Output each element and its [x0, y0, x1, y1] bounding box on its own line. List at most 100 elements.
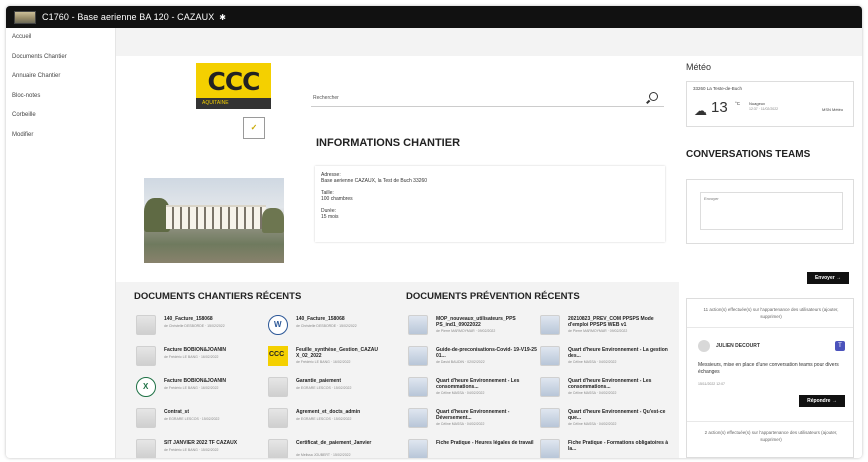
document-item[interactable]: 20210823_PREV_COM PPSPS Mode d'emploi PP… [538, 313, 673, 337]
search-icon[interactable] [649, 92, 658, 101]
document-name[interactable]: 140_Facture_158068 [164, 316, 269, 322]
size-value: 100 chambres [321, 196, 353, 202]
weather-date: 12:37 · 11/02/2022 [749, 107, 779, 111]
meteo-title: Météo [686, 62, 712, 72]
document-item[interactable]: Feuille_synthèse_Gestion_CAZAU X_02_2022… [266, 344, 401, 368]
nav-item-annuaire-chantier[interactable]: Annuaire Chantier [6, 67, 115, 87]
post-time: 15/11/2022 12:07 [698, 382, 725, 386]
teams-icon[interactable]: T [835, 341, 845, 351]
weather-condition: Nuageux [749, 101, 766, 106]
document-name[interactable]: Facture BOBION&JOANIN [164, 378, 269, 384]
document-item[interactable]: SIT JANVIER 2022 TF CAZAUX de Frédéric LE… [134, 437, 269, 458]
document-meta: de Frédéric LE BANG · 16/02/2022 [296, 360, 351, 364]
document-meta: de Pierre MARMOYMAR · 09/02/2022 [436, 329, 496, 333]
recent-docs-title: DOCUMENTS CHANTIERS RÉCENTS [134, 291, 302, 302]
document-meta: de EGRARE LESCOS · 15/02/2022 [164, 417, 220, 421]
post-author: JULIEN DECOURT [716, 343, 760, 349]
document-name[interactable]: 20210823_PREV_COM PPSPS Mode d'emploi PP… [568, 316, 673, 328]
main-content: CCC AQUITAINE ✓ Rechercher INFORMATIONS … [116, 28, 862, 458]
weather-location: 33260 La Teste-de-Buch [693, 86, 742, 91]
doc-thumb-icon [540, 377, 560, 397]
document-name[interactable]: Feuille_synthèse_Gestion_CAZAU X_02_2022 [296, 347, 401, 359]
nav-item-documents-chantier[interactable]: Documents Chantier [6, 48, 115, 68]
document-item[interactable]: Guide-de-preconisations-Covid- 19-V19-25… [406, 344, 541, 368]
document-name[interactable]: Guide-de-preconisations-Covid- 19-V19-25… [436, 347, 541, 359]
nav-item-corbeille[interactable]: Corbeille [6, 106, 115, 126]
weather-source[interactable]: MSN Météo [822, 107, 843, 112]
logo-wordmark: CCC [207, 67, 260, 96]
logo-subline: AQUITAINE [196, 98, 271, 109]
ccc-logo: CCC AQUITAINE ✓ [196, 63, 271, 142]
document-item[interactable]: Quart d'heure Environnement - Les consom… [538, 375, 673, 399]
document-item[interactable]: Quart d'heure Environnement - Déversemen… [406, 406, 541, 430]
document-item[interactable]: Facture BOBION&JOANIN de Frédéric LE BANG… [134, 344, 269, 368]
document-name[interactable]: Fiche Pratique - Formations obligatoires… [568, 440, 673, 452]
document-name[interactable]: Quart d'heure Environnement - Les consom… [436, 378, 541, 390]
settings-icon[interactable]: ✱ [219, 13, 226, 22]
document-item[interactable]: Fiche Pratique - Heures légales de trava… [406, 437, 541, 458]
document-name[interactable]: Fiche Pratique - Heures légales de trava… [436, 440, 541, 446]
file-icon [268, 377, 288, 397]
document-meta: de David BAUDIN · 02/02/2022 [436, 360, 485, 364]
document-item[interactable]: Quart d'heure Environnement - La gestion… [538, 344, 673, 368]
document-item[interactable]: Contrat_stde EGRARE LESCOS · 15/02/2022 [134, 406, 269, 430]
info-card: Adresse: Base aerienne CAZAUX, la Test d… [315, 166, 665, 242]
site-title[interactable]: C1760 - Base aerienne BA 120 - CAZAUX [42, 12, 214, 22]
doc-thumb-icon [540, 346, 560, 366]
file-icon [136, 315, 156, 335]
document-meta: de Céline MASSA · 04/02/2022 [568, 391, 617, 395]
document-item[interactable]: Fiche Pratique - Formations obligatoires… [538, 437, 673, 458]
document-item[interactable]: Quart d'heure Environnement - Qu'est-ce … [538, 406, 673, 430]
search-bar[interactable]: Rechercher [311, 91, 664, 107]
document-meta: de Frédéric LE BANG · 16/02/2022 [164, 386, 219, 390]
file-icon [136, 346, 156, 366]
document-item[interactable]: Facture BOBION&JOANIN de Frédéric LE BANG… [134, 375, 269, 399]
document-name[interactable]: Contrat_st [164, 409, 269, 415]
document-meta: de Céline MASSA · 04/02/2022 [436, 391, 485, 395]
excel-icon [136, 377, 156, 397]
doc-thumb-icon [408, 315, 428, 335]
right-column: Météo 33260 La Teste-de-Buch ☁ 13 °C Nua… [679, 56, 862, 458]
reply-button[interactable]: Répondre → [799, 395, 845, 407]
document-item[interactable]: Agrement_et_docts_admin de EGRARE LESCOS … [266, 406, 401, 430]
cloud-icon: ☁ [694, 103, 707, 118]
document-name[interactable]: Quart d'heure Environnement - Les consom… [568, 378, 673, 390]
site-info-panel: CCC AQUITAINE ✓ Rechercher INFORMATIONS … [116, 56, 679, 282]
browser-frame: C1760 - Base aerienne BA 120 - CAZAUX ✱ … [6, 6, 862, 458]
document-item[interactable]: Certificat_de_paiement_Janvier de Melissa… [266, 437, 401, 458]
document-item[interactable]: Quart d'heure Environnement - Les consom… [406, 375, 541, 399]
site-thumbnail-icon [14, 10, 36, 24]
ccc-logo-icon [268, 346, 288, 366]
document-meta: de Christelle DESBORDE · 15/02/2022 [164, 324, 225, 328]
document-name[interactable]: Quart d'heure Environnement - Qu'est-ce … [568, 409, 673, 421]
teams-post: JULIEN DECOURT T Messieurs, mise en plac… [687, 327, 853, 422]
weather-card[interactable]: 33260 La Teste-de-Buch ☁ 13 °C Nuageux 1… [686, 81, 854, 127]
document-item[interactable]: Garantie_paiement de EGRARE LESCOS · 15/0… [266, 375, 401, 399]
documents-section: DOCUMENTS CHANTIERS RÉCENTS DOCUMENTS PR… [116, 282, 679, 458]
document-name[interactable]: Quart d'heure Environnement - La gestion… [568, 347, 673, 359]
document-name[interactable]: Facture BOBION&JOANIN [164, 347, 269, 353]
document-name[interactable]: Garantie_paiement [296, 378, 401, 384]
document-name[interactable]: 140_Facture_158068 [296, 316, 401, 322]
message-input[interactable] [700, 192, 843, 230]
nav-item-bloc-notes[interactable]: Bloc-notes [6, 87, 115, 107]
document-name[interactable]: Certificat_de_paiement_Janvier [296, 440, 401, 446]
nav-item-modifier[interactable]: Modifier [6, 126, 115, 146]
search-input[interactable]: Rechercher [313, 95, 339, 101]
top-bar: C1760 - Base aerienne BA 120 - CAZAUX ✱ [6, 6, 862, 28]
send-button[interactable]: Envoyer → [807, 272, 849, 284]
document-name[interactable]: Agrement_et_docts_admin [296, 409, 401, 415]
file-icon [136, 408, 156, 428]
word-icon [268, 315, 288, 335]
document-item[interactable]: MOP_nouveaux_utilisateurs_PPS PS_ind1_09… [406, 313, 541, 337]
document-name[interactable]: SIT JANVIER 2022 TF CAZAUX [164, 440, 269, 446]
prevention-docs-title: DOCUMENTS PRÉVENTION RÉCENTS [406, 291, 580, 302]
left-navigation: Accueil Documents Chantier Annuaire Chan… [6, 28, 116, 458]
document-name[interactable]: MOP_nouveaux_utilisateurs_PPS PS_ind1_09… [436, 316, 541, 328]
document-name[interactable]: Quart d'heure Environnement - Déversemen… [436, 409, 541, 421]
document-item[interactable]: 140_Facture_158068de Christelle DESBORDE… [266, 313, 401, 337]
document-item[interactable]: 140_Facture_158068de Christelle DESBORDE… [134, 313, 269, 337]
info-title: INFORMATIONS CHANTIER [316, 137, 461, 149]
document-meta: de Frédéric LE BANG · 15/02/2022 [164, 448, 219, 452]
nav-item-accueil[interactable]: Accueil [6, 28, 115, 48]
